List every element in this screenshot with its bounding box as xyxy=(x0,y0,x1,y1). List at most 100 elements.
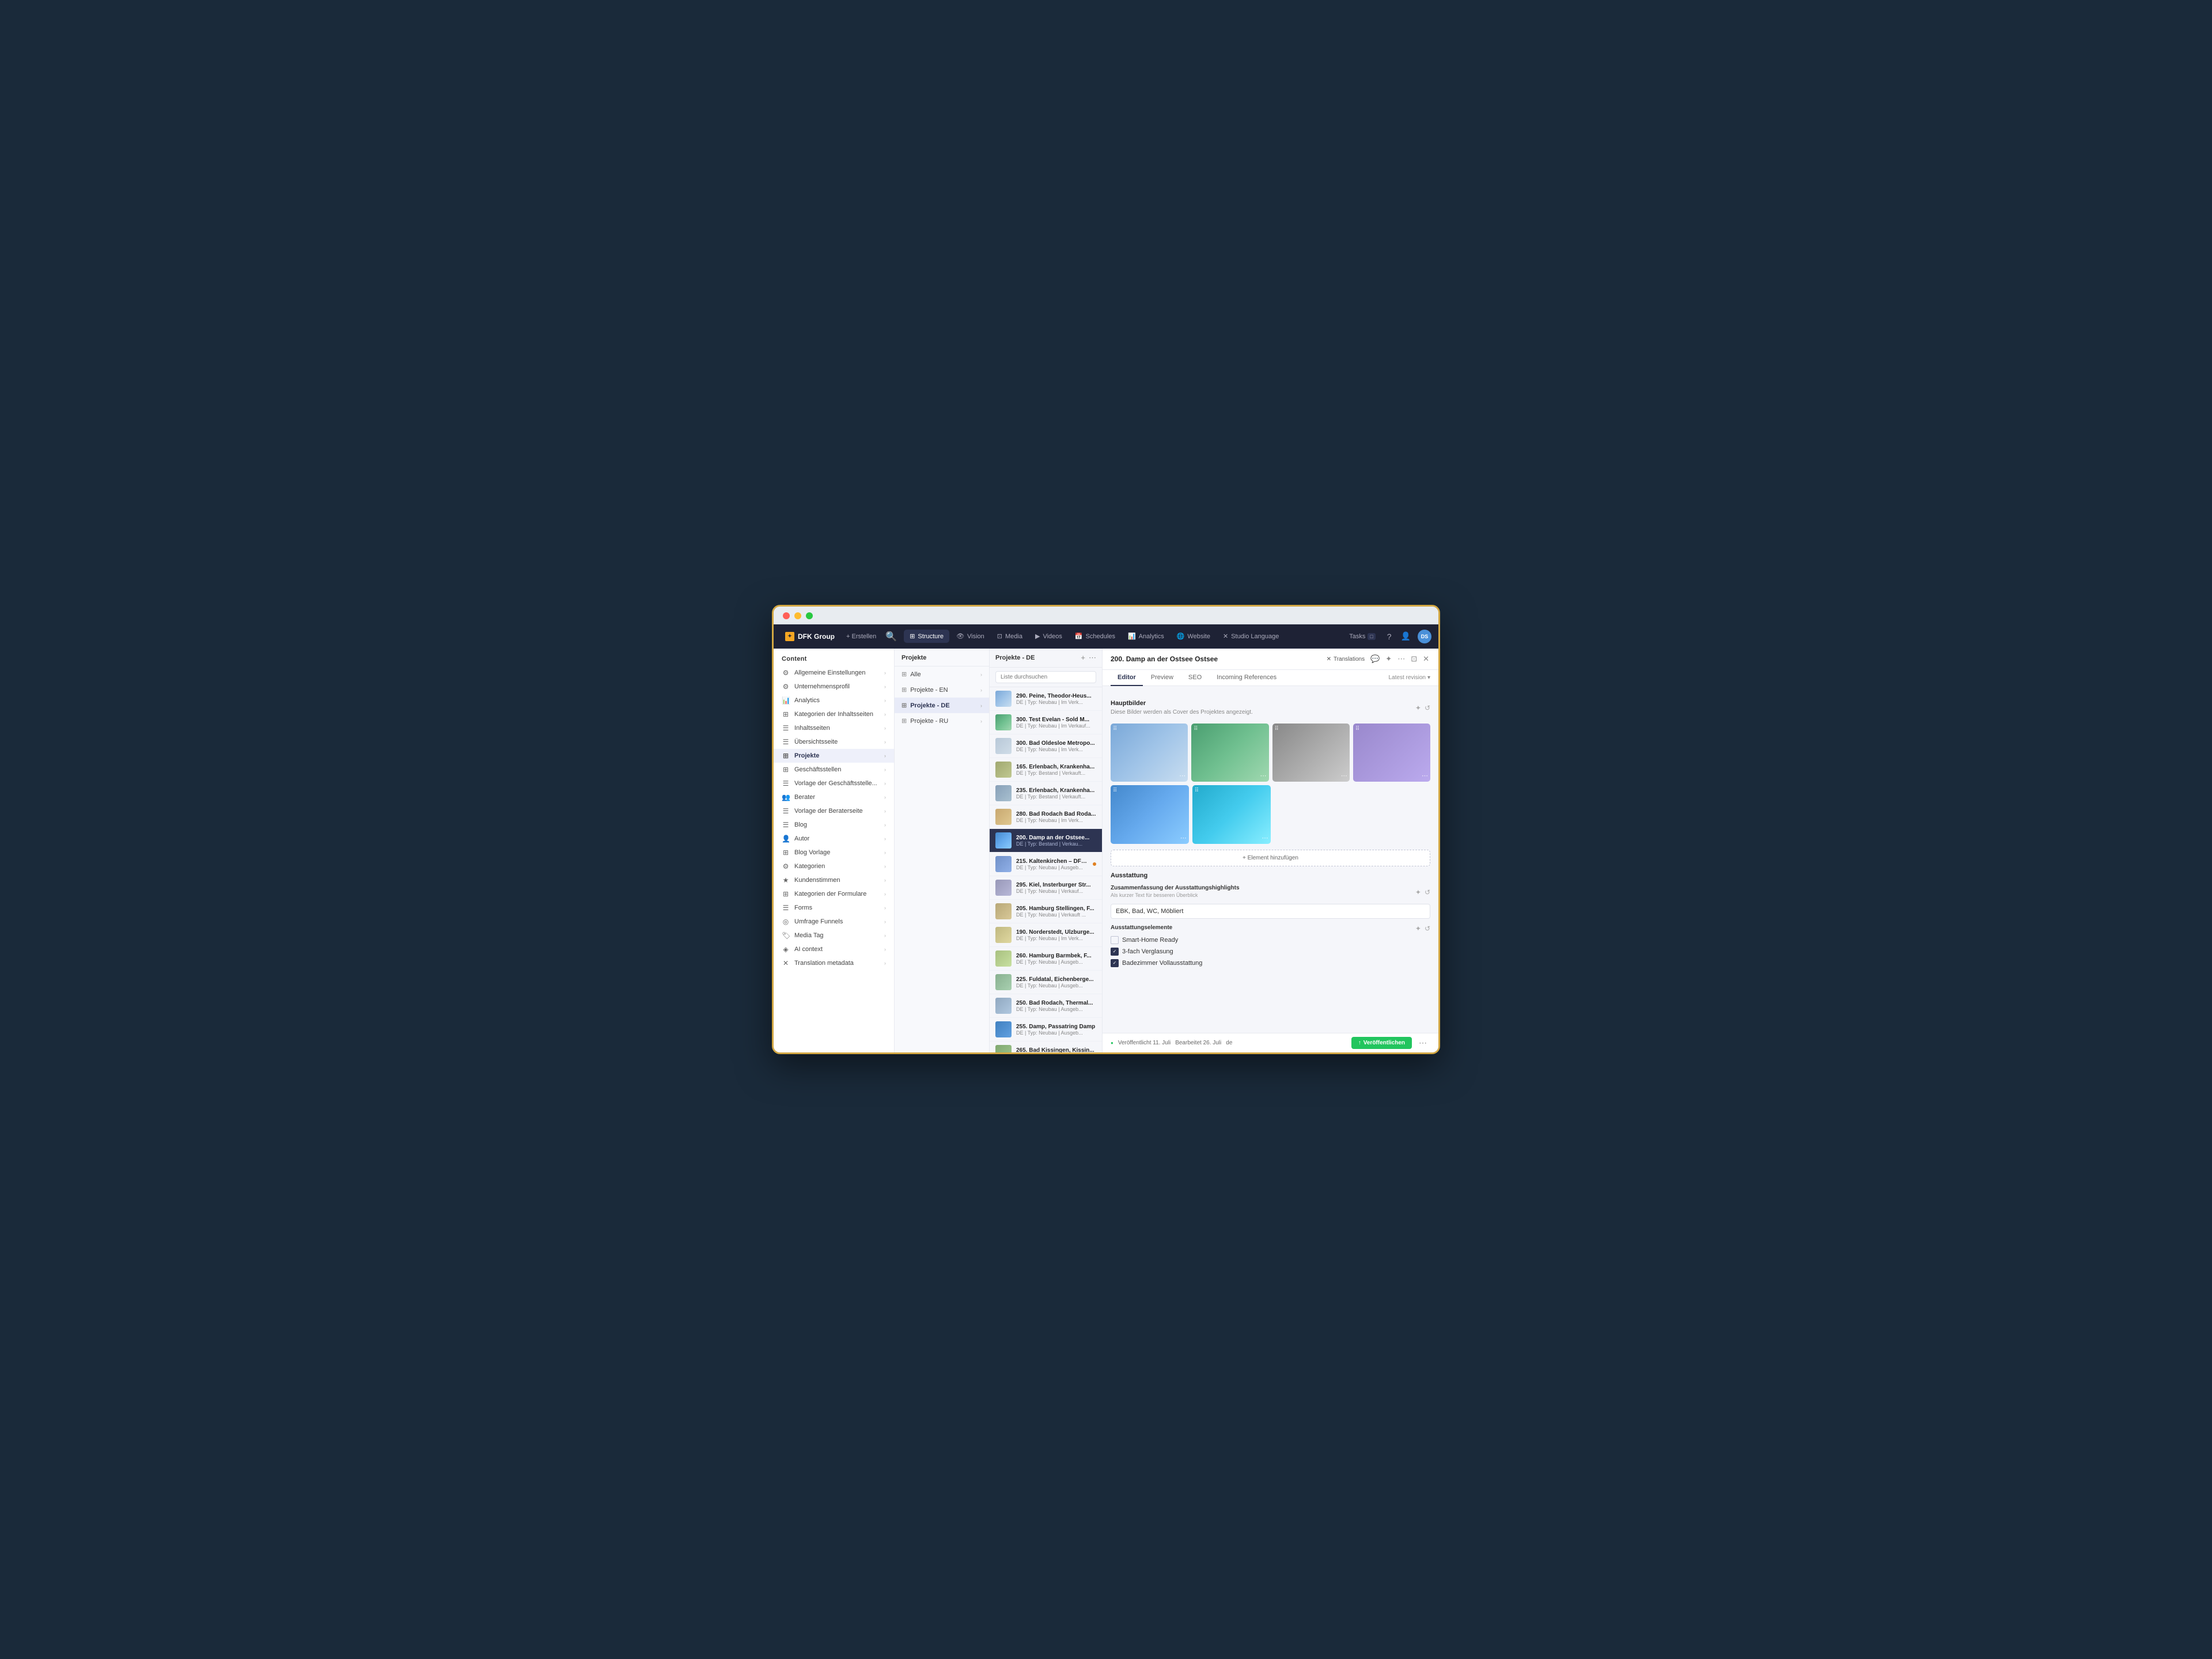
sidebar-item-berater[interactable]: 👥Berater › xyxy=(774,790,894,804)
sidebar-item-kundenstimmen[interactable]: ★Kundenstimmen › xyxy=(774,873,894,887)
revision-selector[interactable]: Latest revision ▾ xyxy=(1388,675,1430,681)
sidebar-item-translation[interactable]: ✕Translation metadata › xyxy=(774,956,894,970)
sidebar-item-uebersichtsseite[interactable]: ☰Übersichtsseite › xyxy=(774,735,894,749)
more-projects-icon[interactable]: ⋯ xyxy=(1089,653,1096,662)
checkbox-box-badezimmer[interactable]: ✓ xyxy=(1111,959,1119,967)
split-icon[interactable]: ⊡ xyxy=(1410,653,1418,665)
sidebar-item-umfrage[interactable]: ◎Umfrage Funnels › xyxy=(774,915,894,929)
project-card-205[interactable]: 205. Hamburg Stellingen, F... DE | Typ: … xyxy=(990,900,1102,923)
nav-item-media[interactable]: ⊡ Media xyxy=(991,630,1028,643)
star-action-icon[interactable]: ✦ xyxy=(1384,653,1393,665)
avatar[interactable]: DS xyxy=(1418,630,1431,643)
sidebar-item-media-tag[interactable]: 🏷Media Tag › xyxy=(774,929,894,942)
ai-magic-icon[interactable]: ✦ xyxy=(1415,704,1421,712)
image-card-3[interactable]: ⠿ ⋯ xyxy=(1272,724,1350,782)
translations-button[interactable]: ✕ Translations xyxy=(1327,656,1365,662)
sidebar-item-vorlage-berater[interactable]: ☰Vorlage der Beraterseite › xyxy=(774,804,894,818)
proj-item-en[interactable]: ⊞ Projekte - EN › xyxy=(895,682,989,698)
sidebar-item-kategorien-inhalts[interactable]: ⊞Kategorien der Inhaltsseiten › xyxy=(774,707,894,721)
project-card-200[interactable]: 200. Damp an der Ostsee... DE | Typ: Bes… xyxy=(990,829,1102,853)
nav-item-studio[interactable]: ✕ Studio Language xyxy=(1217,630,1285,643)
sidebar-item-kategorien[interactable]: ⚙Kategorien › xyxy=(774,859,894,873)
nav-item-schedules[interactable]: 📅 Schedules xyxy=(1069,630,1121,643)
sidebar-item-geschaeftsstellen[interactable]: ⊞Geschäftsstellen › xyxy=(774,763,894,777)
tab-preview[interactable]: Preview xyxy=(1144,670,1180,686)
projects-search-input[interactable] xyxy=(995,671,1096,683)
project-card-165[interactable]: 165. Erlenbach, Krankenha... DE | Typ: B… xyxy=(990,758,1102,782)
refresh-icon-2[interactable]: ↺ xyxy=(1425,888,1430,896)
sidebar-item-analytics[interactable]: 📊Analytics › xyxy=(774,694,894,707)
traffic-light-close[interactable] xyxy=(783,612,790,619)
nav-help-icon[interactable]: ? xyxy=(1385,630,1394,643)
checkbox-badezimmer[interactable]: ✓ Badezimmer Vollausstattung xyxy=(1111,959,1430,967)
image-card-5[interactable]: ⠿ ⋯ xyxy=(1111,785,1189,844)
project-card-265[interactable]: 265. Bad Kissingen, Kissin... DE | Typ: … xyxy=(990,1041,1102,1052)
project-card-280[interactable]: 280. Bad Rodach Bad Roda... DE | Typ: Ne… xyxy=(990,805,1102,829)
nav-search-icon[interactable]: 🔍 xyxy=(883,628,899,645)
project-card-225[interactable]: 225. Fuldatal, Eichenberge... DE | Typ: … xyxy=(990,971,1102,994)
close-editor-icon[interactable]: ✕ xyxy=(1422,653,1430,665)
sidebar-item-kategorien-formulare[interactable]: ⊞Kategorien der Formulare › xyxy=(774,887,894,901)
traffic-light-maximize[interactable] xyxy=(806,612,813,619)
sidebar-item-forms[interactable]: ☰Forms › xyxy=(774,901,894,915)
nav-logo[interactable]: ✦ DFK Group xyxy=(781,630,839,643)
image-menu-5[interactable]: ⋯ xyxy=(1180,834,1187,842)
traffic-light-minimize[interactable] xyxy=(794,612,801,619)
image-menu-2[interactable]: ⋯ xyxy=(1260,772,1267,779)
ai-magic-icon-3[interactable]: ✦ xyxy=(1415,925,1421,933)
proj-item-de[interactable]: ⊞ Projekte - DE › xyxy=(895,698,989,713)
project-card-255[interactable]: 255. Damp, Passatring Damp DE | Typ: Neu… xyxy=(990,1018,1102,1041)
bottom-more-button[interactable]: ⋯ xyxy=(1415,1037,1430,1049)
nav-item-videos[interactable]: ▶ Videos xyxy=(1029,630,1068,643)
add-project-icon[interactable]: + xyxy=(1081,653,1085,662)
proj-item-alle[interactable]: ⊞ Alle › xyxy=(895,666,989,682)
project-card-235[interactable]: 235. Erlenbach, Krankenha... DE | Typ: B… xyxy=(990,782,1102,805)
add-element-button[interactable]: + Element hinzufügen xyxy=(1111,850,1430,866)
nav-create-button[interactable]: + Erstellen xyxy=(842,631,881,642)
refresh-icon-3[interactable]: ↺ xyxy=(1425,925,1430,933)
publish-button[interactable]: ↑ Veröffentlichen xyxy=(1351,1037,1412,1049)
sidebar-item-allgemeine[interactable]: ⚙Allgemeine Einstellungen › xyxy=(774,666,894,680)
project-card-300b[interactable]: 300. Bad Oldesloe Metropo... DE | Typ: N… xyxy=(990,734,1102,758)
nav-item-vision[interactable]: 👁 Vision xyxy=(950,630,990,643)
nav-tasks[interactable]: Tasks □ xyxy=(1344,631,1380,642)
nav-user-icon[interactable]: 👤 xyxy=(1399,629,1413,643)
nav-item-analytics[interactable]: 📊 Analytics xyxy=(1122,630,1170,643)
sidebar-item-ai-context[interactable]: ◈AI context › xyxy=(774,942,894,956)
project-card-260[interactable]: 260. Hamburg Barmbek, F... DE | Typ: Neu… xyxy=(990,947,1102,971)
project-card-295[interactable]: 295. Kiel, Insterburger Str... DE | Typ:… xyxy=(990,876,1102,900)
image-card-2[interactable]: ⠿ ⋯ xyxy=(1191,724,1268,782)
sidebar-item-unternehmen[interactable]: ⚙Unternehmensprofil › xyxy=(774,680,894,694)
project-card-215[interactable]: 215. Kaltenkirchen – DFK ... DE | Typ: N… xyxy=(990,853,1102,876)
image-menu-3[interactable]: ⋯ xyxy=(1341,772,1347,779)
sidebar-item-vorlage-geschaeft[interactable]: ☰Vorlage der Geschäftsstelle... › xyxy=(774,777,894,790)
project-card-190[interactable]: 190. Norderstedt, Ulzburge... DE | Typ: … xyxy=(990,923,1102,947)
checkbox-smart-home[interactable]: Smart-Home Ready xyxy=(1111,936,1430,944)
tab-seo[interactable]: SEO xyxy=(1181,670,1209,686)
image-menu-1[interactable]: ⋯ xyxy=(1179,772,1185,779)
project-card-290[interactable]: 290. Peine, Theodor-Heus... DE | Typ: Ne… xyxy=(990,687,1102,711)
sidebar-item-autor[interactable]: 👤Autor › xyxy=(774,832,894,846)
proj-item-ru[interactable]: ⊞ Projekte - RU › xyxy=(895,713,989,729)
sidebar-item-projekte[interactable]: ⊞Projekte › xyxy=(774,749,894,763)
image-menu-6[interactable]: ⋯ xyxy=(1262,834,1268,842)
ai-magic-icon-2[interactable]: ✦ xyxy=(1415,888,1421,896)
image-menu-4[interactable]: ⋯ xyxy=(1422,772,1428,779)
sidebar-item-blog-vorlage[interactable]: ⊞Blog Vorlage › xyxy=(774,846,894,859)
tab-incoming-refs[interactable]: Incoming References xyxy=(1210,670,1283,686)
checkbox-verglasung[interactable]: ✓ 3-fach Verglasung xyxy=(1111,948,1430,956)
refresh-icon[interactable]: ↺ xyxy=(1425,704,1430,712)
image-card-1[interactable]: ⠿ ⋯ xyxy=(1111,724,1188,782)
nav-item-structure[interactable]: ⊞ Structure xyxy=(904,630,949,643)
project-card-300a[interactable]: 300. Test Evelan - Sold M... DE | Typ: N… xyxy=(990,711,1102,734)
more-action-icon[interactable]: ⋯ xyxy=(1396,653,1406,665)
zusammenfassung-input[interactable] xyxy=(1111,904,1430,919)
tab-editor[interactable]: Editor xyxy=(1111,670,1143,686)
image-card-6[interactable]: ⠿ ⋯ xyxy=(1192,785,1271,844)
sidebar-item-inhaltsseiten[interactable]: ☰Inhaltsseiten › xyxy=(774,721,894,735)
checkbox-box-verglasung[interactable]: ✓ xyxy=(1111,948,1119,956)
image-card-4[interactable]: ⠿ ⋯ xyxy=(1353,724,1430,782)
nav-item-website[interactable]: 🌐 Website xyxy=(1171,630,1216,643)
sidebar-item-blog[interactable]: ☰Blog › xyxy=(774,818,894,832)
checkbox-box-smart-home[interactable] xyxy=(1111,936,1119,944)
